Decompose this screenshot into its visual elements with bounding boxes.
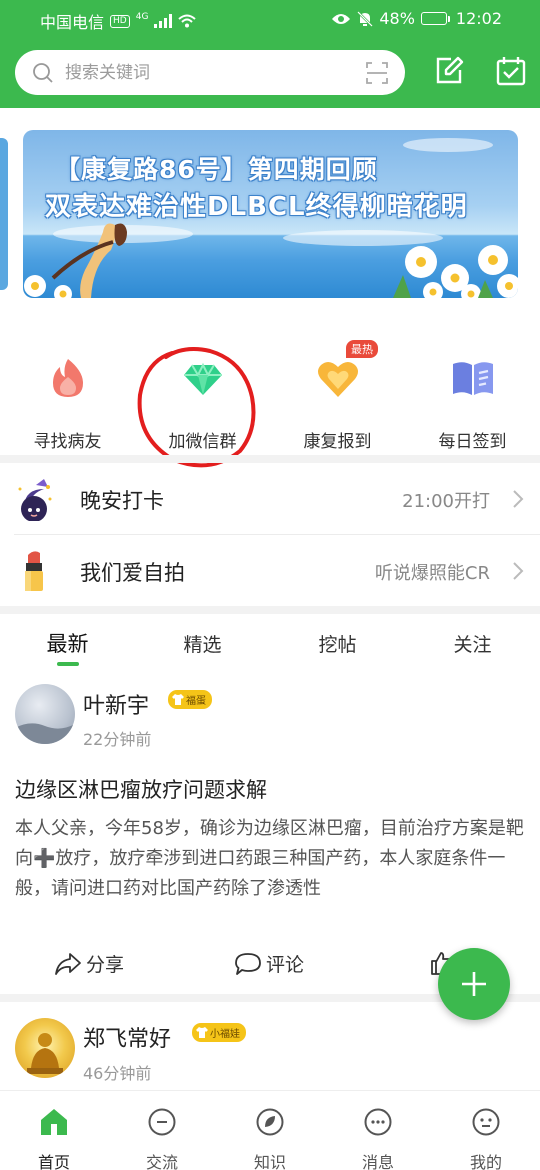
moon-icon xyxy=(18,479,52,521)
quick-find-patients[interactable]: 寻找病友 xyxy=(0,340,135,452)
carrier-label: 中国电信 xyxy=(40,13,105,32)
edit-icon[interactable] xyxy=(434,56,464,86)
tab-featured[interactable]: 精选 xyxy=(135,630,270,657)
hd-badge: HD xyxy=(110,14,130,28)
clock: 12:02 xyxy=(455,9,502,28)
top-header: 中国电信 HD 4G 48% 12:02 xyxy=(0,0,540,108)
post-time: 46分钟前 xyxy=(83,1064,152,1083)
flame-icon xyxy=(52,359,83,397)
create-post-button[interactable] xyxy=(438,948,510,1020)
bottom-nav: 首页 交流 知识 消息 我的 xyxy=(0,1090,540,1170)
scan-icon[interactable] xyxy=(365,61,389,85)
row-title: 我们爱自拍 xyxy=(80,561,185,585)
book-icon xyxy=(452,362,493,395)
chevron-right-icon xyxy=(513,562,524,580)
signal-icon xyxy=(154,14,173,28)
network-label: 4G xyxy=(135,12,149,22)
post-time: 22分钟前 xyxy=(83,730,152,749)
post-title[interactable]: 边缘区淋巴瘤放疗问题求解 xyxy=(15,774,267,804)
calendar-check-icon[interactable] xyxy=(496,56,526,86)
quick-label: 每日签到 xyxy=(438,432,507,452)
leaf-icon xyxy=(256,1108,284,1136)
shirt-icon xyxy=(196,1027,208,1038)
tab-latest[interactable]: 最新 xyxy=(0,628,135,658)
share-button[interactable]: 分享 xyxy=(54,950,124,977)
profile-icon xyxy=(472,1108,500,1136)
row-value: 21:00开打 xyxy=(402,491,490,512)
row-value: 听说爆照能CR xyxy=(374,563,490,584)
comment-button[interactable]: 评论 xyxy=(234,950,304,977)
quick-label: 康复报到 xyxy=(303,432,372,452)
share-icon xyxy=(55,952,81,975)
tab-dig-posts[interactable]: 挖帖 xyxy=(270,630,405,657)
banner-carousel[interactable]: 【康复路86号】第四期回顾 双表达难治性DLBCL终得柳暗花明 xyxy=(23,130,518,298)
tab-following[interactable]: 关注 xyxy=(405,630,540,657)
quick-label: 寻找病友 xyxy=(33,432,102,452)
message-icon xyxy=(364,1108,392,1136)
home-icon xyxy=(41,1109,67,1135)
nav-label: 消息 xyxy=(361,1153,394,1170)
avatar[interactable] xyxy=(15,684,75,744)
mute-bell-icon xyxy=(357,10,374,27)
share-label: 分享 xyxy=(86,954,125,976)
user-badge: 小福娃 xyxy=(192,1023,246,1042)
feed-tabs: 最新 精选 挖帖 关注 xyxy=(0,614,540,670)
status-bar: 中国电信 HD 4G 48% 12:02 xyxy=(0,0,540,38)
user-badge-label: 福蛋 xyxy=(186,696,206,707)
banner-illustration xyxy=(24,223,518,298)
quick-join-wechat-group[interactable]: 加微信群 xyxy=(135,340,270,452)
nav-label: 知识 xyxy=(253,1153,286,1170)
comment-label: 评论 xyxy=(266,954,305,976)
quick-daily-signin[interactable]: 每日签到 xyxy=(405,340,540,452)
lipstick-icon xyxy=(25,551,43,591)
quick-recovery-checkin[interactable]: 最热 康复报到 xyxy=(270,340,405,452)
search-icon xyxy=(33,63,53,83)
eye-icon xyxy=(332,13,351,24)
section-divider xyxy=(0,606,540,614)
user-badge: 福蛋 xyxy=(168,690,212,709)
search-input[interactable] xyxy=(65,50,355,95)
nav-messages[interactable]: 消息 xyxy=(324,1107,432,1170)
row-title: 晚安打卡 xyxy=(80,489,164,513)
post-author[interactable]: 叶新宇 xyxy=(83,688,149,720)
nav-exchange[interactable]: 交流 xyxy=(108,1107,216,1170)
nav-me[interactable]: 我的 xyxy=(432,1107,540,1170)
search-bar[interactable] xyxy=(15,50,405,95)
diamond-icon xyxy=(183,362,222,395)
battery-percent: 48% xyxy=(379,9,415,28)
hot-badge: 最热 xyxy=(346,340,378,358)
heart-icon xyxy=(317,361,358,397)
plus-icon xyxy=(462,972,486,996)
nav-knowledge[interactable]: 知识 xyxy=(216,1107,324,1170)
carousel-prev-peek xyxy=(0,138,8,290)
battery-icon xyxy=(420,12,450,25)
banner-title-line1: 【康复路86号】第四期回顾 xyxy=(55,155,378,184)
quick-label: 加微信群 xyxy=(168,432,237,452)
chevron-right-icon xyxy=(513,490,524,508)
active-tab-indicator xyxy=(57,662,79,666)
wifi-icon xyxy=(178,14,197,28)
shirt-icon xyxy=(172,694,184,705)
chat-circle-icon xyxy=(148,1108,176,1136)
post-body[interactable]: 本人父亲，今年58岁，确诊为边缘区淋巴瘤，目前治疗方案是靶向➕放疗，放疗牵涉到进… xyxy=(15,814,527,904)
nav-label: 首页 xyxy=(37,1153,70,1170)
banner-title-line2: 双表达难治性DLBCL终得柳暗花明 xyxy=(45,192,468,222)
nav-home[interactable]: 首页 xyxy=(0,1107,108,1170)
section-divider xyxy=(0,455,540,463)
comment-icon xyxy=(235,952,261,975)
nav-label: 我的 xyxy=(469,1153,502,1170)
user-badge-label: 小福娃 xyxy=(210,1029,240,1040)
nav-label: 交流 xyxy=(145,1153,178,1170)
row-selfie[interactable]: 我们爱自拍 听说爆照能CR xyxy=(0,535,540,607)
quick-actions: 寻找病友 加微信群 最热 康复报到 每日签到 xyxy=(0,340,540,452)
row-goodnight-checkin[interactable]: 晚安打卡 21:00开打 xyxy=(0,463,540,535)
avatar[interactable] xyxy=(15,1018,75,1078)
post-author[interactable]: 郑飞常好 xyxy=(83,1021,171,1053)
